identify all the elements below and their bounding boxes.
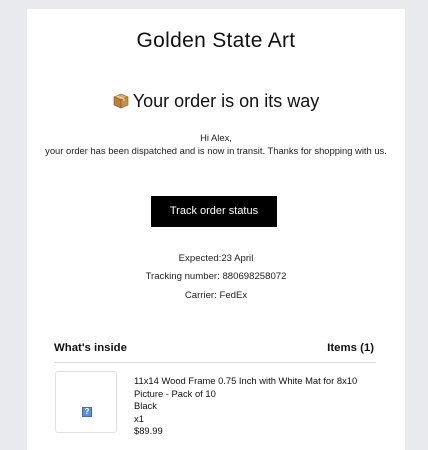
section-divider <box>54 362 376 363</box>
product-image[interactable]: ? <box>55 371 117 433</box>
track-order-button[interactable]: Track order status <box>151 196 277 227</box>
items-section-title: What's inside <box>54 342 127 354</box>
greeting-text: Hi Alex, <box>200 132 232 143</box>
email-card: Golden State Art Your order is on its wa… <box>27 9 405 450</box>
page-title: Your order is on its way <box>27 91 405 114</box>
product-variant: Black <box>134 400 157 412</box>
brand-name: Golden State Art <box>136 29 296 52</box>
tracking-number: Tracking number: 880698258072 <box>145 271 287 282</box>
page-title-text: Your order is on its way <box>132 91 320 111</box>
broken-image-icon: ? <box>82 407 92 417</box>
product-quantity: x1 <box>134 412 144 424</box>
list-item: 11x14 Wood Frame 0.75 Inch with White Ma… <box>134 375 364 438</box>
product-name[interactable]: 11x14 Wood Frame 0.75 Inch with White Ma… <box>134 375 364 400</box>
product-price: $89.99 <box>134 425 163 437</box>
items-count: Items (1) <box>327 342 374 354</box>
expected-date: Expected:23 April <box>178 253 254 264</box>
package-icon <box>113 93 129 114</box>
message-body: your order has been dispatched and is no… <box>45 145 387 156</box>
carrier-name: Carrier: FedEx <box>184 290 248 301</box>
